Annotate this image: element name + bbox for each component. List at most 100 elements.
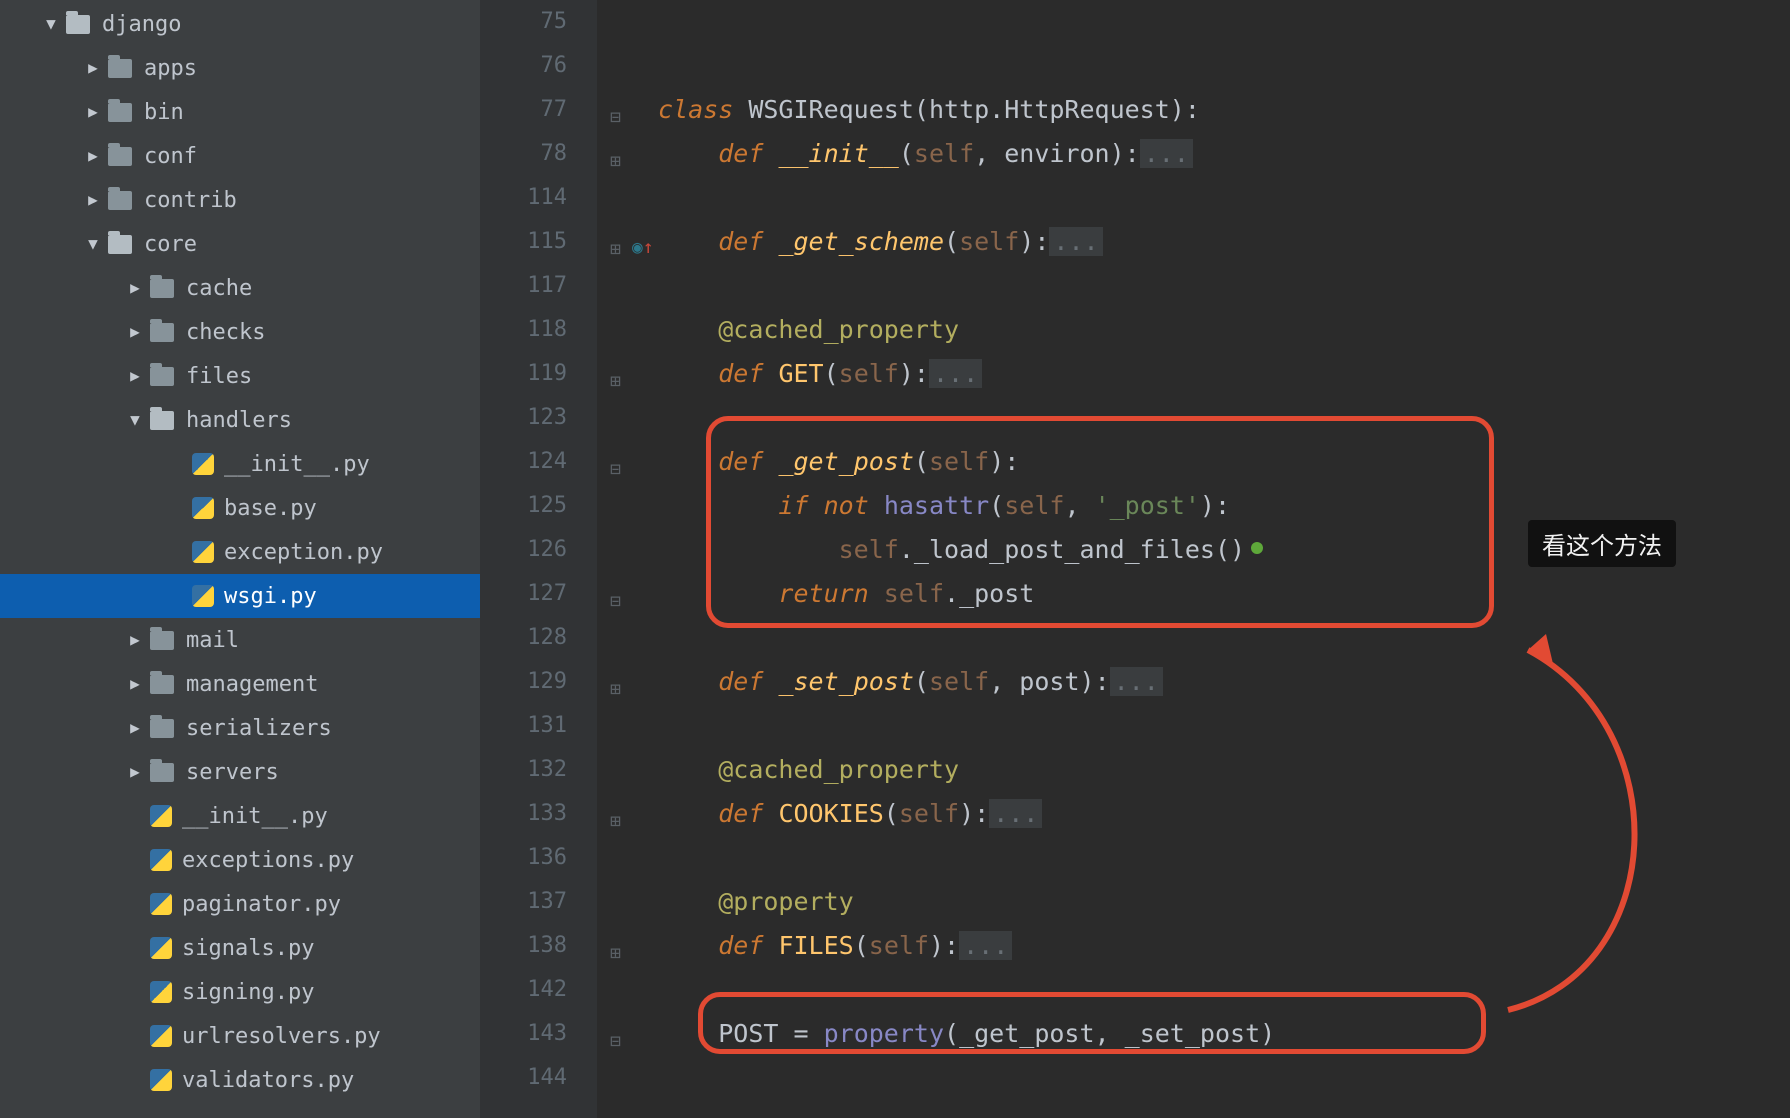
chevron-right-icon[interactable]: ▶ bbox=[126, 278, 144, 297]
line-number[interactable]: 132 bbox=[480, 748, 597, 792]
line-number[interactable]: 138 bbox=[480, 924, 597, 968]
chevron-right-icon[interactable]: ▶ bbox=[84, 102, 102, 121]
code-line[interactable]: ⊟class WSGIRequest(http.HttpRequest): bbox=[598, 88, 1790, 132]
tree-item[interactable]: ▶apps bbox=[0, 46, 480, 90]
tree-item[interactable]: ▶ files bbox=[0, 354, 480, 398]
tree-item[interactable]: ▶cache bbox=[0, 266, 480, 310]
line-number[interactable]: 144 bbox=[480, 1056, 597, 1100]
chevron-right-icon[interactable]: ▶ bbox=[126, 322, 144, 341]
fold-collapse-icon[interactable]: ⊟ bbox=[610, 448, 626, 476]
tree-item[interactable]: ▶exception.py bbox=[0, 530, 480, 574]
line-number[interactable]: 75 bbox=[480, 0, 597, 44]
chevron-down-icon[interactable]: ▼ bbox=[126, 410, 144, 429]
fold-expand-icon[interactable]: ⊞ bbox=[610, 140, 626, 168]
line-number[interactable]: 136 bbox=[480, 836, 597, 880]
line-number[interactable]: 126 bbox=[480, 528, 597, 572]
code-line[interactable]: ⊞◉↑ def _get_scheme(self):... bbox=[598, 220, 1790, 264]
code-line[interactable]: @cached_property bbox=[598, 748, 1790, 792]
line-number[interactable]: 119 bbox=[480, 352, 597, 396]
code-line[interactable]: ⊟ POST = property(_get_post, _set_post) bbox=[598, 1012, 1790, 1056]
code-line[interactable]: ⊞ def COOKIES(self):... bbox=[598, 792, 1790, 836]
folded-code-indicator[interactable]: ... bbox=[989, 799, 1042, 828]
tree-item[interactable]: ▶serializers bbox=[0, 706, 480, 750]
fold-end-icon[interactable]: ⊟ bbox=[610, 1020, 626, 1048]
folded-code-indicator[interactable]: ... bbox=[1140, 139, 1193, 168]
folded-code-indicator[interactable]: ... bbox=[959, 931, 1012, 960]
code-line[interactable]: ⊞ def FILES(self):... bbox=[598, 924, 1790, 968]
tree-item[interactable]: ▶contrib bbox=[0, 178, 480, 222]
fold-expand-icon[interactable]: ⊞ bbox=[610, 360, 626, 388]
line-number[interactable]: 127 bbox=[480, 572, 597, 616]
tree-item[interactable]: ▶base.py bbox=[0, 486, 480, 530]
chevron-right-icon[interactable]: ▶ bbox=[126, 718, 144, 737]
tree-item[interactable]: ▶signals.py bbox=[0, 926, 480, 970]
line-number[interactable]: 137 bbox=[480, 880, 597, 924]
tree-item[interactable]: ▶management bbox=[0, 662, 480, 706]
tree-item[interactable]: ▶bin bbox=[0, 90, 480, 134]
line-number[interactable]: 123 bbox=[480, 396, 597, 440]
line-number[interactable]: 115 bbox=[480, 220, 597, 264]
tree-item[interactable]: ▶__init__.py bbox=[0, 442, 480, 486]
tree-item[interactable]: ▶validators.py bbox=[0, 1058, 480, 1102]
python-file-icon bbox=[150, 849, 172, 871]
tree-item-label: files bbox=[186, 364, 252, 389]
chevron-right-icon[interactable]: ▶ bbox=[126, 366, 144, 385]
fold-expand-icon[interactable]: ⊞ bbox=[610, 668, 626, 696]
line-number[interactable]: 142 bbox=[480, 968, 597, 1012]
fold-end-icon[interactable]: ⊟ bbox=[610, 580, 626, 608]
chevron-down-icon[interactable]: ▼ bbox=[42, 14, 60, 33]
tree-item[interactable]: ▼handlers bbox=[0, 398, 480, 442]
tree-item[interactable]: ▶checks bbox=[0, 310, 480, 354]
code-line[interactable]: ⊞ def _set_post(self, post):... bbox=[598, 660, 1790, 704]
chevron-right-icon[interactable]: ▶ bbox=[84, 146, 102, 165]
fold-expand-icon[interactable]: ⊞ bbox=[610, 800, 626, 828]
chevron-right-icon[interactable]: ▶ bbox=[126, 630, 144, 649]
line-number[interactable]: 118 bbox=[480, 308, 597, 352]
fold-expand-icon[interactable]: ⊞ bbox=[610, 228, 626, 256]
line-number[interactable]: 133 bbox=[480, 792, 597, 836]
folder-icon bbox=[150, 763, 174, 782]
tree-item[interactable]: ▶wsgi.py bbox=[0, 574, 480, 618]
line-number-gutter: 7576777811411511711811912312412512612712… bbox=[480, 0, 598, 1118]
tree-item[interactable]: ▶signing.py bbox=[0, 970, 480, 1014]
tree-item-label: wsgi.py bbox=[224, 584, 317, 609]
tree-item[interactable]: ▶__init__.py bbox=[0, 794, 480, 838]
line-number[interactable]: 117 bbox=[480, 264, 597, 308]
code-line[interactable]: ⊟ def _get_post(self): bbox=[598, 440, 1790, 484]
code-editor[interactable]: ⊟class WSGIRequest(http.HttpRequest): ⊞ … bbox=[598, 0, 1790, 1118]
line-number[interactable]: 78 bbox=[480, 132, 597, 176]
line-number[interactable]: 128 bbox=[480, 616, 597, 660]
line-number[interactable]: 77 bbox=[480, 88, 597, 132]
tree-item[interactable]: ▶servers bbox=[0, 750, 480, 794]
tree-item[interactable]: ▶urlresolvers.py bbox=[0, 1014, 480, 1058]
line-number[interactable]: 131 bbox=[480, 704, 597, 748]
code-line[interactable]: @cached_property bbox=[598, 308, 1790, 352]
tree-item[interactable]: ▶conf bbox=[0, 134, 480, 178]
tree-item[interactable]: ▼core bbox=[0, 222, 480, 266]
tree-item[interactable]: ▶mail bbox=[0, 618, 480, 662]
code-line[interactable]: ⊞ def __init__(self, environ):... bbox=[598, 132, 1790, 176]
tree-item[interactable]: ▶exceptions.py bbox=[0, 838, 480, 882]
line-number[interactable]: 114 bbox=[480, 176, 597, 220]
chevron-right-icon[interactable]: ▶ bbox=[126, 674, 144, 693]
folded-code-indicator[interactable]: ... bbox=[1049, 227, 1102, 256]
chevron-right-icon[interactable]: ▶ bbox=[84, 58, 102, 77]
folded-code-indicator[interactable]: ... bbox=[929, 359, 982, 388]
line-number[interactable]: 143 bbox=[480, 1012, 597, 1056]
fold-collapse-icon[interactable]: ⊟ bbox=[610, 96, 626, 124]
line-number[interactable]: 124 bbox=[480, 440, 597, 484]
tree-item[interactable]: ▼django bbox=[0, 2, 480, 46]
line-number[interactable]: 129 bbox=[480, 660, 597, 704]
chevron-right-icon[interactable]: ▶ bbox=[126, 762, 144, 781]
tree-item[interactable]: ▶paginator.py bbox=[0, 882, 480, 926]
fold-expand-icon[interactable]: ⊞ bbox=[610, 932, 626, 960]
line-number[interactable]: 76 bbox=[480, 44, 597, 88]
project-tree[interactable]: ▼django▶apps▶bin▶conf▶contrib▼core▶cache… bbox=[0, 0, 480, 1118]
chevron-down-icon[interactable]: ▼ bbox=[84, 234, 102, 253]
folded-code-indicator[interactable]: ... bbox=[1110, 667, 1163, 696]
code-line[interactable]: @property bbox=[598, 880, 1790, 924]
code-line[interactable]: ⊞ def GET(self):... bbox=[598, 352, 1790, 396]
line-number[interactable]: 125 bbox=[480, 484, 597, 528]
chevron-right-icon[interactable]: ▶ bbox=[84, 190, 102, 209]
code-line[interactable]: ⊟ return self._post bbox=[598, 572, 1790, 616]
